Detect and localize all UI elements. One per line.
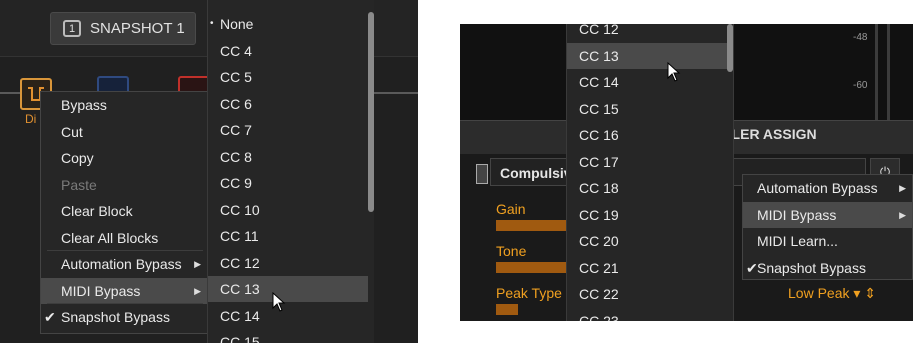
param-context-menu: Automation Bypass ▶ MIDI Bypass ▶ MIDI Learn…	[742, 174, 913, 280]
param-bar-gain[interactable]	[496, 220, 573, 231]
submenu-item-cc-4[interactable]: CC 4	[208, 38, 368, 64]
submenu-item-label: None	[220, 16, 254, 32]
menu-item-label: Paste	[61, 176, 97, 193]
menu-item-midi-bypass[interactable]: MIDI Bypass ▶	[41, 277, 207, 304]
menu-item-label: Automation Bypass	[757, 180, 878, 196]
menu-item-clear-all-blocks[interactable]: Clear All Blocks	[41, 225, 207, 251]
submenu-item-cc-13[interactable]: CC 13	[567, 42, 727, 69]
selected-dot-icon: •	[210, 18, 214, 29]
submenu-item-cc-8[interactable]: CC 8	[208, 144, 368, 170]
chevron-right-icon: ▶	[194, 285, 201, 296]
midi-cc-submenu: • None CC 4 CC 5 CC 6 CC 7 CC 8 CC 9 CC 10 CC 1…	[207, 0, 374, 343]
menu-item-label: MIDI Bypass	[61, 282, 141, 299]
tab-controller-assign[interactable]: LLER ASSIGN	[723, 126, 817, 142]
menu-item-paste: Paste	[41, 172, 207, 198]
level-meter	[887, 24, 890, 120]
chevron-right-icon: ▶	[899, 183, 906, 193]
submenu-item-cc-9[interactable]: CC 9	[208, 170, 368, 196]
submenu-item-cc-11[interactable]: CC 11	[208, 223, 368, 249]
menu-item-bypass[interactable]: Bypass	[41, 92, 207, 118]
model-name: Compulsiv	[500, 165, 572, 181]
menu-item-label: Automation Bypass	[61, 256, 182, 272]
level-meter	[875, 24, 878, 120]
menu-item-label: Snapshot Bypass	[757, 259, 866, 276]
menu-item-label: Clear Block	[61, 203, 133, 219]
param-label-gain: Gain	[496, 201, 526, 217]
submenu-item-cc-20[interactable]: CC 20	[567, 228, 727, 254]
menu-item-snapshot-bypass[interactable]: Snapshot Bypass ✔	[743, 255, 912, 281]
param-label-tone: Tone	[496, 243, 527, 259]
menu-item-clear-block[interactable]: Clear Block	[41, 198, 207, 224]
submenu-item-cc-14[interactable]: CC 14	[567, 69, 727, 95]
mouse-cursor-icon	[667, 62, 681, 82]
menu-item-label: MIDI Learn...	[757, 233, 838, 249]
submenu-scrollbar[interactable]	[368, 12, 374, 212]
menu-item-cut[interactable]: Cut	[41, 119, 207, 145]
submenu-item-cc-6[interactable]: CC 6	[208, 91, 368, 117]
submenu-item-cc-15[interactable]: CC 15	[208, 329, 368, 343]
midi-cc-submenu: CC 12 CC 13 CC 14 CC 15 CC 16 CC 17 CC 18 CC 19…	[566, 24, 734, 321]
chevron-right-icon: ▶	[899, 209, 906, 220]
menu-item-label: Snapshot Bypass	[61, 309, 170, 325]
checkmark-icon: ✔	[746, 259, 758, 276]
menu-item-midi-learn[interactable]: MIDI Learn...	[743, 228, 912, 254]
submenu-scrollbar[interactable]	[727, 24, 733, 72]
block-context-menu: Bypass Cut Copy Paste Clear Block Clear All B…	[40, 91, 208, 334]
submenu-item-cc-23[interactable]: CC 23	[567, 308, 727, 322]
right-screenshot-panel: -48 -60 LLER ASSIGN Compulsiv ⏻ Gain Ton…	[460, 24, 913, 321]
submenu-item-cc-10[interactable]: CC 10	[208, 197, 368, 223]
param-label-peak-type: Peak Type	[496, 285, 562, 301]
block-label: Di	[25, 112, 37, 126]
menu-item-automation-bypass[interactable]: Automation Bypass ▶	[743, 175, 912, 201]
left-screenshot-panel: 1 SNAPSHOT 1 Di Bypass Cut Copy Paste Clear …	[0, 0, 418, 343]
submenu-item-none[interactable]: • None	[208, 11, 368, 37]
submenu-item-cc-16[interactable]: CC 16	[567, 122, 727, 148]
menu-item-label: Cut	[61, 123, 83, 140]
submenu-item-cc-7[interactable]: CC 7	[208, 117, 368, 143]
submenu-item-cc-18[interactable]: CC 18	[567, 175, 727, 201]
db-label: -60	[853, 80, 868, 91]
submenu-item-cc-21[interactable]: CC 21	[567, 255, 727, 281]
menu-item-copy[interactable]: Copy	[41, 145, 207, 171]
checkmark-icon: ✔	[44, 309, 56, 325]
menu-item-label: Bypass	[61, 97, 107, 113]
chevron-right-icon: ▶	[194, 259, 201, 269]
submenu-item-cc-13[interactable]: CC 13	[208, 276, 368, 302]
submenu-item-cc-15[interactable]: CC 15	[567, 96, 727, 122]
menu-item-label: Clear All Blocks	[61, 229, 159, 246]
menu-item-automation-bypass[interactable]: Automation Bypass ▶	[41, 251, 207, 277]
snapshot-icon: 1	[63, 20, 81, 37]
menu-item-snapshot-bypass[interactable]: Snapshot Bypass ✔	[41, 304, 207, 330]
db-label: -48	[853, 32, 868, 43]
mouse-cursor-icon	[272, 292, 286, 312]
param-bar-peak-type[interactable]	[496, 304, 518, 315]
submenu-item-cc-5[interactable]: CC 5	[208, 64, 368, 90]
peak-type-value[interactable]: Low Peak ▾ ⇕	[788, 285, 876, 302]
submenu-item-cc-12[interactable]: CC 12	[208, 250, 368, 276]
submenu-item-cc-22[interactable]: CC 22	[567, 281, 727, 307]
submenu-item-cc-19[interactable]: CC 19	[567, 202, 727, 228]
snapshot-button[interactable]: 1 SNAPSHOT 1	[50, 12, 196, 45]
submenu-item-cc-17[interactable]: CC 17	[567, 149, 727, 175]
menu-item-midi-bypass[interactable]: MIDI Bypass ▶	[743, 201, 912, 228]
menu-item-label: MIDI Bypass	[757, 206, 837, 223]
submenu-item-cc-14[interactable]: CC 14	[208, 303, 368, 329]
snapshot-label: SNAPSHOT 1	[90, 20, 185, 37]
submenu-item-cc-12[interactable]: CC 12	[567, 24, 727, 42]
menu-item-label: Copy	[61, 150, 94, 166]
pedal-icon	[476, 164, 488, 184]
param-bar-tone[interactable]	[496, 262, 573, 273]
